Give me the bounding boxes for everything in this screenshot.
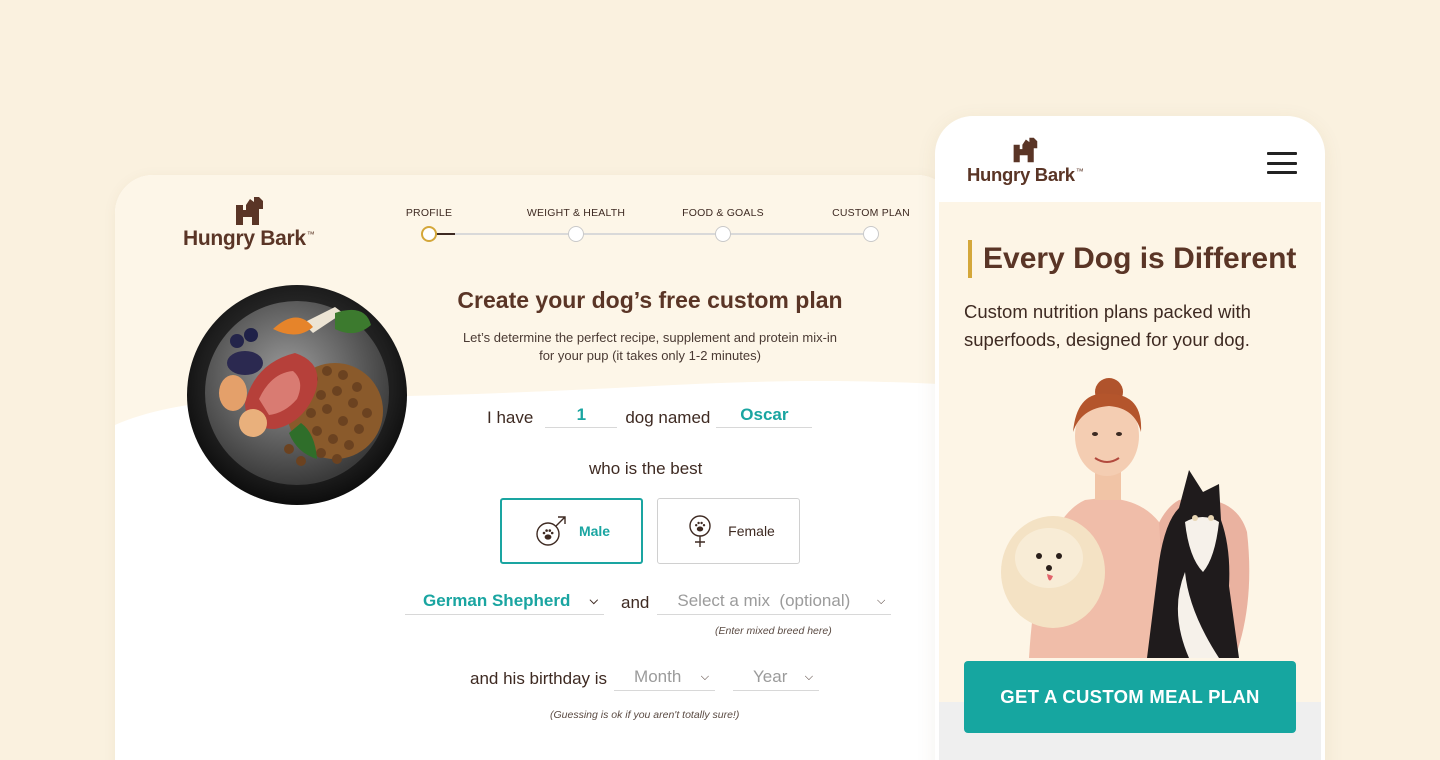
male-paw-icon bbox=[536, 516, 566, 546]
woman-with-dogs-photo bbox=[1001, 378, 1250, 658]
chevron-down-icon: ⌵ bbox=[804, 670, 814, 683]
chevron-down-icon: ⌵ bbox=[700, 670, 710, 683]
step-dot-custom-plan[interactable] bbox=[863, 226, 879, 242]
birthday-hint: (Guessing is ok if you aren't totally su… bbox=[550, 709, 740, 721]
female-paw-icon bbox=[689, 515, 711, 547]
step-dot-profile[interactable] bbox=[421, 226, 437, 242]
gender-male-label: Male bbox=[578, 523, 611, 539]
birthday-row: and his birthday is Month ⌵ Year ⌵ bbox=[470, 667, 820, 691]
dog-count-name-row: I have 1 dog named Oscar bbox=[487, 405, 813, 428]
mobile-title-block: Every Dog is Different bbox=[968, 240, 1296, 278]
birthday-label: and his birthday is bbox=[470, 669, 608, 688]
who-is-row: who is the best bbox=[589, 459, 702, 479]
gender-male-button[interactable]: Male bbox=[500, 498, 643, 564]
desktop-preview-card: Hungry Bark™ PROFILE WEIGHT & HEALTH FOO… bbox=[115, 175, 955, 760]
gender-female-button[interactable]: Female bbox=[657, 498, 800, 564]
mobile-title: Every Dog is Different bbox=[983, 242, 1297, 275]
step-label-profile: PROFILE bbox=[405, 207, 453, 219]
brand-logo[interactable]: Hungry Bark™ bbox=[967, 136, 1084, 186]
dog-count-input[interactable]: 1 bbox=[545, 405, 618, 428]
dog-name-input[interactable]: Oscar bbox=[716, 405, 813, 428]
birth-month-placeholder: Month bbox=[634, 667, 682, 686]
mobile-description: Custom nutrition plans packed with super… bbox=[964, 301, 1251, 350]
form-subtitle: Let’s determine the perfect recipe, supp… bbox=[435, 329, 865, 365]
food-bowl-image bbox=[187, 285, 407, 505]
title-accent-bar bbox=[968, 240, 972, 278]
dog-logo-icon bbox=[1013, 137, 1038, 163]
breed-row: German Shepherd ⌵ and Select a mix (opti… bbox=[405, 591, 892, 615]
breed-select[interactable]: German Shepherd ⌵ bbox=[405, 591, 604, 615]
who-is-label: who is the best bbox=[589, 459, 703, 478]
brand-wordmark: Hungry Bark™ bbox=[183, 227, 315, 250]
gender-female-label: Female bbox=[728, 523, 775, 539]
step-label-weight-health: WEIGHT & HEALTH bbox=[526, 207, 626, 219]
birth-year-select[interactable]: Year ⌵ bbox=[733, 667, 820, 691]
chevron-down-icon: ⌵ bbox=[877, 594, 886, 607]
birth-month-select[interactable]: Month ⌵ bbox=[614, 667, 716, 691]
and-label: and bbox=[621, 593, 650, 612]
form-subtitle-line2: for your pup (it takes only 1-2 minutes) bbox=[539, 348, 761, 363]
hamburger-menu-icon[interactable] bbox=[1267, 152, 1297, 174]
i-have-label: I have bbox=[487, 408, 534, 427]
mix-breed-placeholder: Select a mix (optional) bbox=[677, 591, 851, 610]
dog-named-label: dog named bbox=[625, 408, 711, 427]
step-dot-weight-health[interactable] bbox=[568, 226, 584, 242]
step-label-custom-plan: CUSTOM PLAN bbox=[832, 207, 910, 219]
mix-breed-select[interactable]: Select a mix (optional) ⌵ bbox=[657, 591, 892, 615]
dog-logo-icon bbox=[235, 197, 263, 225]
chevron-down-icon: ⌵ bbox=[589, 594, 598, 607]
birth-year-placeholder: Year bbox=[753, 667, 788, 686]
brand-wordmark: Hungry Bark™ bbox=[967, 164, 1084, 185]
mobile-hero: Every Dog is Different Custom nutrition … bbox=[939, 202, 1321, 760]
progress-track bbox=[429, 233, 871, 235]
step-label-food-goals: FOOD & GOALS bbox=[682, 207, 764, 219]
form-subtitle-line1: Let’s determine the perfect recipe, supp… bbox=[462, 330, 838, 345]
get-custom-meal-plan-button[interactable]: GET A CUSTOM MEAL PLAN bbox=[964, 661, 1296, 733]
brand-logo[interactable]: Hungry Bark™ bbox=[183, 195, 315, 251]
form-title: Create your dog’s free custom plan bbox=[457, 287, 843, 313]
step-dot-food-goals[interactable] bbox=[715, 226, 731, 242]
progress-stepper: PROFILE WEIGHT & HEALTH FOOD & GOALS CUS… bbox=[405, 207, 925, 247]
breed-select-value: German Shepherd bbox=[423, 591, 571, 610]
mix-breed-hint: (Enter mixed breed here) bbox=[715, 625, 832, 637]
mobile-preview-card: Hungry Bark™ Every Dog is Different Cust… bbox=[935, 116, 1325, 760]
